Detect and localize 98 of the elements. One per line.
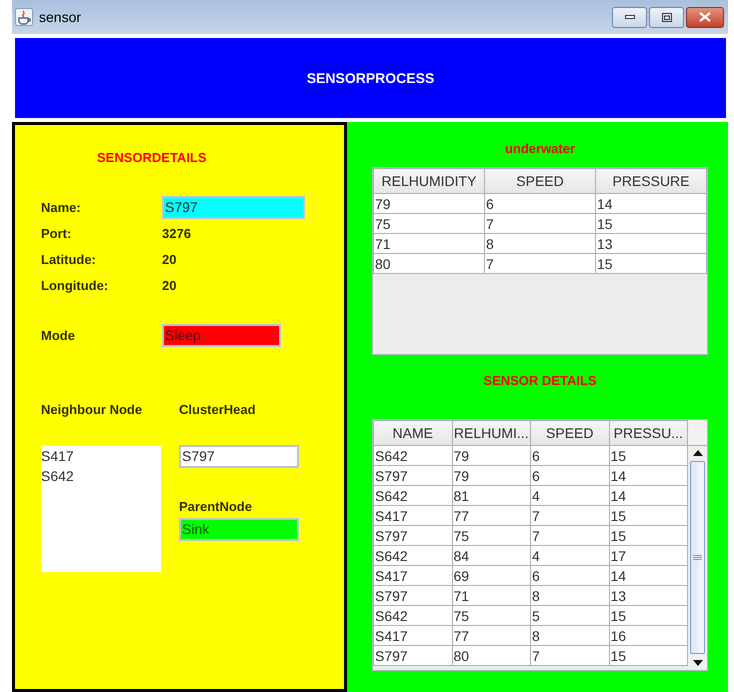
table-cell: 80 — [452, 646, 530, 666]
table-cell: 5 — [530, 606, 609, 626]
list-item[interactable]: S417 — [41, 446, 161, 466]
section-title: SENSOR DETAILS — [482, 373, 598, 388]
scroll-thumb[interactable] — [690, 461, 705, 654]
minimize-button[interactable] — [612, 6, 647, 28]
table-cell: 15 — [609, 646, 688, 666]
list-item[interactable]: S642 — [41, 466, 161, 486]
scrollbar[interactable] — [688, 446, 707, 670]
table-cell: S797 — [374, 586, 452, 606]
window-title: sensor — [39, 9, 82, 25]
table-cell: S642 — [374, 446, 452, 466]
table-cell: 15 — [596, 254, 706, 274]
table-cell: 6 — [530, 446, 609, 466]
field-value: 20 — [162, 252, 176, 267]
mode-field[interactable]: Sleep — [162, 324, 281, 347]
table-cell: 69 — [452, 566, 530, 586]
table-cell: 77 — [452, 506, 530, 526]
close-button[interactable] — [686, 6, 724, 28]
section-title: SENSORDETAILS — [97, 150, 208, 165]
table-cell: 84 — [452, 546, 530, 566]
table-cell: 8 — [530, 586, 609, 606]
name-field[interactable]: S797 — [162, 196, 305, 219]
table-cell: 15 — [609, 506, 688, 526]
table-cell: 75 — [374, 214, 484, 234]
table-cell: 4 — [530, 486, 609, 506]
maximize-button[interactable] — [649, 6, 684, 28]
table-cell: 7 — [484, 214, 596, 234]
table-cell: 75 — [452, 526, 530, 546]
cluster-head-field[interactable]: S797 — [179, 445, 299, 468]
table-cell: 80 — [374, 254, 484, 274]
table-cell: 6 — [530, 566, 609, 586]
section-title: underwater — [504, 141, 576, 156]
table-cell: 14 — [609, 486, 688, 506]
table-cell: 7 — [530, 646, 609, 666]
table-cell: S417 — [374, 566, 452, 586]
field-label: Longitude: — [41, 278, 110, 293]
field-label: ParentNode — [179, 499, 253, 514]
table-cell: 7 — [530, 526, 609, 546]
table-cell: 79 — [452, 446, 530, 466]
up-arrow-icon[interactable] — [692, 450, 702, 456]
table-cell: S797 — [374, 466, 452, 486]
table-cell: 13 — [596, 234, 706, 254]
column-header[interactable]: RELHUMI... — [452, 420, 530, 446]
down-arrow-icon[interactable] — [692, 660, 702, 666]
table-cell: S417 — [374, 626, 452, 646]
table-cell: 13 — [609, 586, 688, 606]
table-cell: S797 — [374, 526, 452, 546]
close-icon — [699, 12, 711, 22]
table-cell: 16 — [609, 626, 688, 646]
column-header[interactable]: PRESSU... — [609, 420, 688, 446]
table-cell: 6 — [484, 194, 596, 214]
column-header[interactable]: RELHUMIDITY — [374, 168, 484, 194]
field-label: Mode — [41, 328, 76, 343]
neighbour-list[interactable]: S417 S642 — [41, 446, 161, 572]
parent-node-field[interactable]: Sink — [179, 518, 299, 541]
table-cell: 7 — [530, 506, 609, 526]
table-cell: S642 — [374, 486, 452, 506]
table-cell: 14 — [596, 194, 706, 214]
table-cell: 71 — [374, 234, 484, 254]
maximize-icon — [662, 12, 672, 22]
table-cell: 7 — [484, 254, 596, 274]
table-cell: S797 — [374, 646, 452, 666]
table-cell: 8 — [484, 234, 596, 254]
table-cell: 4 — [530, 546, 609, 566]
column-header[interactable]: SPEED — [484, 168, 596, 194]
app-title: SENSORPROCESS — [306, 70, 434, 86]
table-cell: 15 — [609, 446, 688, 466]
table-cell: S642 — [374, 606, 452, 626]
table-cell: 15 — [596, 214, 706, 234]
field-value: 3276 — [162, 226, 191, 241]
grip-icon — [693, 555, 702, 560]
table-cell: 14 — [609, 566, 688, 586]
table-cell: 6 — [530, 466, 609, 486]
table-cell: 15 — [609, 526, 688, 546]
table-cell: 8 — [530, 626, 609, 646]
table-cell: 81 — [452, 486, 530, 506]
table-cell: S642 — [374, 546, 452, 566]
table-cell: 14 — [609, 466, 688, 486]
table-cell: 17 — [609, 546, 688, 566]
table-cell: 15 — [609, 606, 688, 626]
field-label: Latitude: — [41, 252, 97, 267]
field-label: Name: — [41, 200, 82, 215]
field-label: Neighbour Node — [41, 402, 144, 417]
table-cell: 71 — [452, 586, 530, 606]
table-cell: S417 — [374, 506, 452, 526]
column-header[interactable]: PRESSURE — [596, 168, 706, 194]
field-label: Port: — [41, 226, 72, 241]
table-cell: 75 — [452, 606, 530, 626]
field-label: ClusterHead — [179, 402, 257, 417]
table-cell: 77 — [452, 626, 530, 646]
cup-icon — [15, 8, 33, 26]
table-cell: 79 — [452, 466, 530, 486]
field-value: 20 — [162, 278, 176, 293]
column-header[interactable]: NAME — [374, 420, 452, 446]
minimize-icon — [624, 15, 634, 19]
column-header[interactable]: SPEED — [530, 420, 609, 446]
table-cell: 79 — [374, 194, 484, 214]
